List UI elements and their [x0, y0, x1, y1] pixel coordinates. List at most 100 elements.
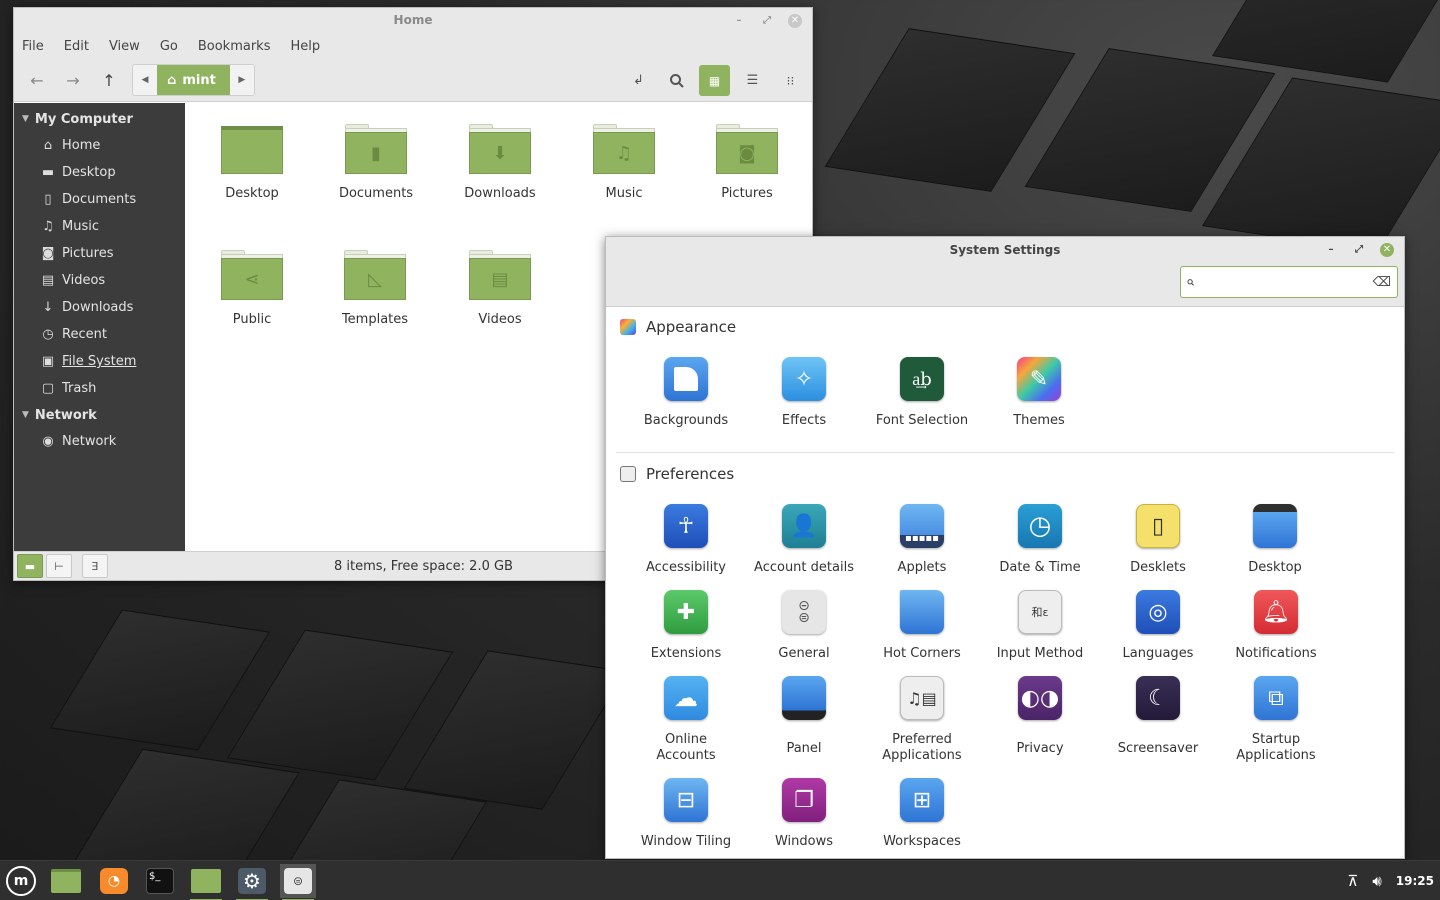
arrow-up-icon: ↑ [102, 70, 116, 90]
file-item-downloads[interactable]: ⬇ Downloads [445, 124, 555, 201]
network-icon[interactable]: ⊼ [1347, 872, 1358, 890]
file-item-videos[interactable]: ▤ Videos [445, 250, 555, 327]
system-settings-titlebar[interactable]: System Settings – ⤢ ✕ [606, 237, 1404, 264]
menu-button[interactable]: m [3, 864, 39, 898]
settings-item-workspaces[interactable]: ⊞ Workspaces [863, 778, 981, 850]
camera-icon: ◙ [41, 246, 55, 261]
settings-item-backgrounds[interactable]: Backgrounds [627, 357, 745, 429]
sidebar-item-home[interactable]: ⌂ Home [14, 132, 185, 159]
sidebar-item-videos[interactable]: ▤ Videos [14, 267, 185, 294]
up-button[interactable]: ↑ [94, 65, 124, 95]
desklets-icon: ▯ [1136, 504, 1180, 548]
settings-item-startup-applications[interactable]: ⧉ Startup Applications [1217, 676, 1335, 764]
search-box[interactable]: ⌫ [1180, 266, 1398, 298]
clock[interactable]: 19:25 [1396, 874, 1434, 888]
sidebar-item-documents[interactable]: ▯ Documents [14, 186, 185, 213]
path-right-button[interactable]: ▶ [229, 65, 254, 95]
file-item-public[interactable]: ⋖ Public [197, 250, 307, 327]
file-item-pictures[interactable]: ◙ Pictures [692, 124, 802, 201]
settings-item-extensions[interactable]: ✚ Extensions [627, 590, 745, 662]
download-icon: ↓ [42, 300, 54, 315]
sidebar-item-trash[interactable]: ▢ Trash [14, 375, 185, 402]
close-button[interactable]: ✕ [788, 13, 802, 28]
settings-item-account-details[interactable]: 👤 Account details [745, 504, 863, 576]
themes-icon: ✎ [1017, 357, 1061, 401]
location-icon: ↲ [633, 73, 644, 88]
search-button[interactable] [661, 65, 692, 96]
files-launcher[interactable] [188, 864, 224, 900]
back-button[interactable]: ← [22, 65, 52, 95]
settings-item-window-tiling[interactable]: ⊟ Window Tiling [627, 778, 745, 850]
terminal-launcher[interactable]: $_ [142, 864, 178, 898]
maximize-button[interactable]: ⤢ [1352, 243, 1366, 257]
preferences-icon [620, 466, 636, 482]
hide-sidebar-button[interactable]: Ǝ [82, 554, 108, 578]
menu-help[interactable]: Help [290, 39, 320, 54]
system-settings-window-button[interactable]: ⊜ [280, 864, 316, 900]
settings-item-accessibility[interactable]: ☥ Accessibility [627, 504, 745, 576]
toggle-location-button[interactable]: ↲ [623, 65, 654, 96]
sidebar-item-pictures[interactable]: ◙ Pictures [14, 240, 185, 267]
show-places-button[interactable]: ▬ [17, 554, 43, 578]
tree-icon: ⊢ [54, 559, 64, 573]
menu-go[interactable]: Go [160, 39, 178, 54]
minimize-button[interactable]: – [1324, 243, 1338, 257]
menu-view[interactable]: View [109, 39, 140, 54]
settings-item-preferred-applications[interactable]: ♫▤ Preferred Applications [863, 676, 981, 764]
sidebar-section-network[interactable]: ▼ Network [14, 402, 185, 428]
path-crumb-home[interactable]: ⌂ mint [157, 65, 230, 95]
settings-item-font-selection[interactable]: a͢b Font Selection [863, 357, 981, 429]
settings-item-themes[interactable]: ✎ Themes [980, 357, 1098, 429]
file-item-documents[interactable]: ▮ Documents [321, 124, 431, 201]
sidebar-item-downloads[interactable]: ↓ Downloads [14, 294, 185, 321]
maximize-button[interactable]: ⤢ [760, 14, 774, 28]
minimize-button[interactable]: – [732, 14, 746, 28]
toggles-icon: ⊜ [284, 868, 312, 894]
icon-view-button[interactable]: ▦ [699, 65, 730, 96]
settings-item-windows[interactable]: ❐ Windows [745, 778, 863, 850]
folder-icon: ▬ [24, 559, 36, 573]
settings-item-notifications[interactable]: 🔔︎ Notifications [1217, 590, 1335, 662]
show-desktop-button[interactable] [48, 864, 84, 898]
settings-item-hot-corners[interactable]: Hot Corners [863, 590, 981, 662]
settings-item-panel[interactable]: Panel [745, 676, 863, 757]
firefox-launcher[interactable]: ◔ [96, 864, 132, 898]
sidebar-item-desktop[interactable]: ▬ Desktop [14, 159, 185, 186]
file-item-templates[interactable]: ◺ Templates [320, 250, 430, 327]
path-left-button[interactable]: ◀ [133, 65, 157, 95]
compact-view-button[interactable]: ⁝⁝ [775, 65, 806, 96]
list-view-button[interactable]: ☰ [737, 65, 768, 96]
show-treeview-button[interactable]: ⊢ [46, 554, 72, 578]
chevron-down-icon: ▼ [22, 114, 29, 124]
sidebar-section-my-computer[interactable]: ▼ My Computer [14, 106, 185, 132]
sidebar-item-network[interactable]: ◉ Network [14, 428, 185, 455]
settings-item-desklets[interactable]: ▯ Desklets [1099, 504, 1217, 576]
volume-icon[interactable]: 🔊︎ [1372, 872, 1381, 890]
close-button[interactable]: ✕ [1380, 242, 1394, 257]
folder-videos-icon: ▤ [469, 250, 531, 300]
settings-item-desktop[interactable]: Desktop [1216, 504, 1334, 576]
file-item-music[interactable]: ♫ Music [569, 124, 679, 201]
search-input[interactable] [1202, 274, 1373, 290]
settings-item-languages[interactable]: ◎ Languages [1099, 590, 1217, 662]
sidebar-item-file-system[interactable]: ▣ File System [14, 348, 185, 375]
menu-bookmarks[interactable]: Bookmarks [198, 39, 271, 54]
settings-item-screensaver[interactable]: ☾ Screensaver [1099, 676, 1217, 757]
settings-item-input-method[interactable]: 和ε Input Method [981, 590, 1099, 662]
file-manager-titlebar[interactable]: Home – ⤢ ✕ [14, 8, 812, 33]
clear-search-icon[interactable]: ⌫ [1373, 275, 1391, 290]
settings-item-online-accounts[interactable]: ☁ Online Accounts [627, 676, 745, 764]
sidebar-item-recent[interactable]: ◷ Recent [14, 321, 185, 348]
forward-button[interactable]: → [58, 65, 88, 95]
settings-item-privacy[interactable]: ◐◑ Privacy [981, 676, 1099, 757]
settings-item-applets[interactable]: ▪▪▪▪▪ Applets [863, 504, 981, 576]
file-item-desktop[interactable]: Desktop [197, 124, 307, 201]
settings-window-button[interactable]: ⚙ [234, 864, 270, 900]
menu-file[interactable]: File [22, 39, 44, 54]
settings-item-date-time[interactable]: ◷ Date & Time [981, 504, 1099, 576]
sidebar-item-music[interactable]: ♫ Music [14, 213, 185, 240]
desktop-icon [1253, 504, 1297, 548]
menu-edit[interactable]: Edit [64, 39, 89, 54]
settings-item-general[interactable]: ⊝ ⊜ General [745, 590, 863, 662]
settings-item-effects[interactable]: ✧ Effects [745, 357, 863, 429]
